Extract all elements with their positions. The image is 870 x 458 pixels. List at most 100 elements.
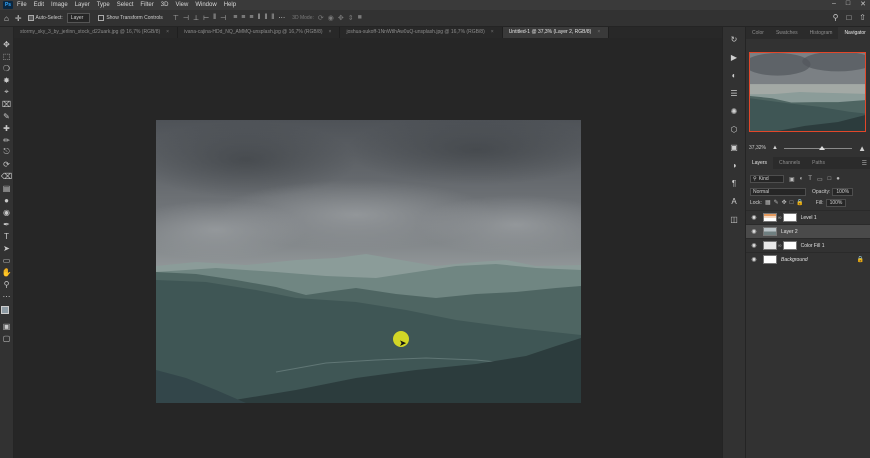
lock-all-icon[interactable]: 🔒 (796, 199, 803, 206)
tab-stormy-sky[interactable]: stormy_sky_3_by_jerlinn_stock_d22uark.jp… (14, 27, 179, 38)
layer-mask-thumbnail[interactable] (782, 213, 797, 222)
filter-adjustment-icon[interactable]: ◐ (800, 176, 804, 182)
filter-kind-dropdown[interactable]: ⚲ Kind (750, 175, 784, 183)
canvas-workspace[interactable]: ➤ (14, 38, 722, 458)
align-right-icon[interactable]: ⊣ (220, 14, 226, 22)
lock-transparency-icon[interactable]: ▦ (765, 199, 771, 206)
show-transform-checkbox[interactable] (98, 15, 105, 21)
layer-row-background[interactable]: ◉ Background 🔒 (746, 252, 870, 266)
layers-menu-icon[interactable]: ☰ (862, 160, 867, 167)
menu-type[interactable]: Type (97, 2, 110, 8)
type-icon[interactable]: T (1, 231, 12, 241)
zoom-out-icon[interactable]: ▲ (772, 145, 778, 151)
lock-artboard-icon[interactable]: □ (790, 200, 794, 206)
zoom-slider[interactable] (783, 145, 853, 150)
close-tab-icon[interactable]: × (491, 29, 494, 35)
document-canvas[interactable] (156, 120, 581, 403)
close-icon[interactable]: ✕ (860, 0, 866, 8)
3d-panel-icon[interactable]: ⬡ (731, 125, 738, 137)
color-swatches[interactable] (0, 306, 13, 318)
marquee-icon[interactable]: ⬚ (1, 51, 12, 61)
tab-channels[interactable]: Channels (773, 157, 806, 169)
3d-slide-icon[interactable]: ⇕ (348, 14, 354, 22)
menu-filter[interactable]: Filter (140, 2, 153, 8)
menu-layer[interactable]: Layer (75, 2, 90, 8)
tab-ivana-cajina[interactable]: ivana-cajina-HDd_NQ_AMMQ-unsplash.jpg @ … (178, 27, 341, 38)
quick-mask-icon[interactable]: ▣ (1, 321, 12, 331)
maximize-icon[interactable]: □ (846, 0, 850, 8)
lock-position-icon[interactable]: ✥ (782, 199, 787, 206)
menu-image[interactable]: Image (51, 2, 68, 8)
opacity-input[interactable]: 100% (832, 187, 854, 196)
layer-mask-thumbnail[interactable] (782, 241, 797, 250)
tab-paths[interactable]: Paths (806, 157, 831, 169)
actions-icon[interactable]: ▶ (731, 53, 737, 65)
paragraph-icon[interactable]: ¶ (732, 179, 736, 191)
zoom-in-icon[interactable]: ▲ (858, 144, 866, 153)
properties-icon[interactable]: ☰ (730, 89, 737, 101)
tab-navigator[interactable]: Navigator (838, 27, 870, 39)
more-options-icon[interactable]: ⋯ (278, 14, 285, 22)
align-center-icon[interactable]: ‖ (213, 14, 216, 22)
mask-link-icon[interactable]: ∞ (778, 243, 782, 249)
align-middle-icon[interactable]: ⊣ (183, 14, 189, 22)
brush-icon[interactable]: ✏ (1, 135, 12, 145)
home-icon[interactable]: ⌂ (4, 14, 9, 23)
search-icon[interactable]: ⚲ (833, 13, 839, 22)
filter-pixel-icon[interactable]: ▣ (789, 176, 795, 183)
blur-icon[interactable]: ● (1, 195, 12, 205)
fill-input[interactable]: 100% (825, 198, 847, 207)
share-icon[interactable]: ⇧ (859, 13, 866, 22)
visibility-eye-icon[interactable]: ◉ (748, 228, 760, 235)
filter-smart-icon[interactable]: □ (828, 176, 832, 182)
frame-icon[interactable]: ⌧ (1, 99, 12, 109)
visibility-eye-icon[interactable]: ◉ (748, 242, 760, 249)
layers-dock-icon[interactable]: ◫ (730, 215, 738, 227)
menu-edit[interactable]: Edit (34, 2, 44, 8)
eyedropper-icon[interactable]: ✎ (1, 111, 12, 121)
healing-brush-icon[interactable]: ✚ (1, 123, 12, 133)
filter-toggle-icon[interactable]: ● (836, 176, 840, 182)
tab-layers[interactable]: Layers (746, 157, 774, 169)
lasso-icon[interactable]: ❍ (1, 63, 12, 73)
quick-select-icon[interactable]: ✸ (1, 75, 12, 85)
path-select-icon[interactable]: ➤ (1, 243, 12, 253)
layer-name[interactable]: Layer 2 (781, 229, 798, 235)
styles-icon[interactable]: ◑ (732, 161, 737, 173)
lock-icon[interactable]: 🔒 (857, 256, 864, 263)
shape-icon[interactable]: ▭ (1, 255, 12, 265)
layer-row-color-fill-1[interactable]: ◉ ∞ Color Fill 1 (746, 238, 870, 252)
distribute-top-icon[interactable]: ≡ (233, 14, 237, 22)
hand-icon[interactable]: ✋ (1, 267, 12, 277)
pen-icon[interactable]: ✒ (1, 219, 12, 229)
layer-row-level-1[interactable]: ◉ ∞ Level 1 (746, 210, 870, 224)
adjustments-icon[interactable]: ◐ (732, 71, 737, 83)
screen-mode-icon[interactable]: ▢ (1, 333, 12, 343)
visibility-eye-icon[interactable]: ◉ (748, 214, 760, 221)
menu-window[interactable]: Window (195, 2, 216, 8)
crop-icon[interactable]: ⌖ (1, 87, 12, 97)
close-tab-icon[interactable]: × (329, 29, 332, 35)
tab-histogram[interactable]: Histogram (804, 27, 839, 39)
distribute-bottom-icon[interactable]: ≡ (249, 14, 253, 22)
tab-color[interactable]: Color (746, 27, 770, 39)
history-icon[interactable]: ↻ (731, 35, 738, 47)
filter-shape-icon[interactable]: ▭ (817, 176, 823, 183)
tab-joshua-sukoff[interactable]: joshua-sukoff-1NnWtlhAw0uQ-unsplash.jpg … (340, 27, 503, 38)
zoom-value[interactable]: 37,32% (749, 145, 766, 151)
zoom-icon[interactable]: ⚲ (1, 279, 12, 289)
mask-link-icon[interactable]: ∞ (778, 215, 782, 221)
menu-select[interactable]: Select (117, 2, 134, 8)
menu-3d[interactable]: 3D (161, 2, 169, 8)
eraser-icon[interactable]: ⌫ (1, 171, 12, 181)
align-left-icon[interactable]: ⊢ (203, 14, 209, 22)
auto-select-dropdown[interactable]: Layer (66, 13, 91, 23)
auto-select-checkbox[interactable] (27, 15, 34, 21)
layer-row-layer-2[interactable]: ◉ Layer 2 (746, 224, 870, 238)
dodge-icon[interactable]: ◉ (1, 207, 12, 217)
close-tab-icon[interactable]: × (597, 29, 600, 35)
3d-roll-icon[interactable]: ◉ (328, 14, 334, 22)
close-tab-icon[interactable]: × (166, 29, 169, 35)
lock-pixels-icon[interactable]: ✎ (774, 199, 779, 206)
workspace-icon[interactable]: □ (846, 13, 851, 22)
